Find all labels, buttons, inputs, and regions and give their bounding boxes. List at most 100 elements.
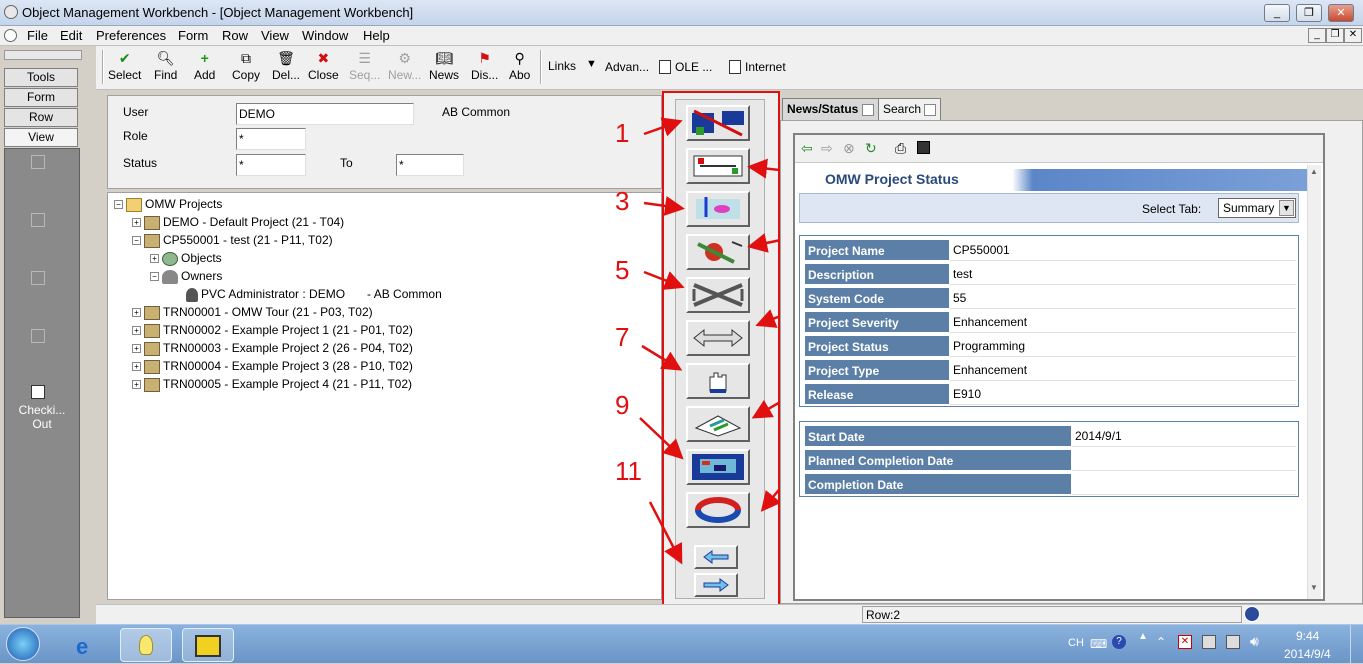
scroll-left-button[interactable] <box>694 545 738 569</box>
collapse-icon[interactable]: − <box>132 236 141 246</box>
transfer-button[interactable] <box>686 148 750 184</box>
row-button[interactable]: Row <box>4 108 78 127</box>
checkout-label[interactable]: Checki... Out <box>9 403 75 431</box>
expand-icon[interactable]: + <box>132 326 141 336</box>
menu-file[interactable]: File <box>27 28 48 43</box>
maximize-button[interactable]: ❐ <box>1296 4 1322 22</box>
cross-button[interactable] <box>686 277 750 313</box>
check-in-button[interactable] <box>686 363 750 399</box>
menu-window[interactable]: Window <box>302 28 348 43</box>
print-icon[interactable]: ⎙ <box>895 140 906 157</box>
forward-arrow-icon[interactable]: ⇨ <box>821 140 833 157</box>
tree-node[interactable]: − Owners <box>150 268 222 284</box>
tab-search[interactable]: Search <box>878 98 942 120</box>
display-tray-icon[interactable] <box>1226 635 1240 649</box>
move-button[interactable] <box>686 320 750 356</box>
tree-node[interactable]: + DEMO - Default Project (21 - T04) <box>132 214 344 230</box>
start-button[interactable] <box>6 627 40 661</box>
menu-row[interactable]: Row <box>222 28 248 43</box>
expand-icon[interactable]: + <box>132 344 141 354</box>
check-out-button[interactable] <box>686 406 750 442</box>
new-button[interactable]: ⚙ New... <box>388 50 421 82</box>
role-input[interactable]: * <box>236 128 306 150</box>
tray-arrow-icon[interactable]: ⌃ <box>1156 635 1166 649</box>
refresh-button[interactable] <box>686 492 750 528</box>
select-button[interactable]: ✔ Select <box>108 50 141 82</box>
tree-node[interactable]: PVC Administrator : DEMO - AB Common <box>186 286 442 302</box>
form-button[interactable]: Form <box>4 88 78 107</box>
menu-form[interactable]: Form <box>178 28 208 43</box>
internet-explorer-icon[interactable]: e <box>60 628 112 662</box>
mdi-close-button[interactable]: ✕ <box>1344 28 1362 43</box>
delete-button[interactable]: 🗑︎ Del... <box>272 50 300 82</box>
tree-node[interactable]: − CP550001 - test (21 - P11, T02) <box>132 232 333 248</box>
pane-grip[interactable] <box>4 50 82 60</box>
display-button[interactable]: ⚑ Dis... <box>471 50 498 82</box>
select-tab-dropdown[interactable]: Summary ▼ <box>1218 198 1296 218</box>
tree-node[interactable]: + Objects <box>150 250 222 266</box>
refresh-icon[interactable]: ↻ <box>865 140 877 157</box>
add-button[interactable]: + Add <box>194 50 215 82</box>
internet-link[interactable]: Internet <box>745 60 786 74</box>
tab-news-status[interactable]: News/Status <box>782 98 879 120</box>
view-button[interactable]: View <box>4 128 78 147</box>
omw-app-icon[interactable] <box>182 628 234 662</box>
menu-edit[interactable]: Edit <box>60 28 82 43</box>
sequence-button[interactable]: ☰ Seq... <box>349 50 380 82</box>
copy-button[interactable]: ⧉ Copy <box>232 50 260 82</box>
advanced-link[interactable]: Advan... <box>605 60 649 74</box>
design-button[interactable] <box>686 234 750 270</box>
volume-icon[interactable]: 🔊︎ <box>1250 633 1259 650</box>
scroll-right-button[interactable] <box>694 573 738 597</box>
mdi-minimize-button[interactable]: _ <box>1308 28 1326 43</box>
network-warning-icon[interactable]: ✕ <box>1178 635 1192 649</box>
tree-node[interactable]: + TRN00002 - Example Project 1 (21 - P01,… <box>132 322 413 338</box>
expand-icon[interactable]: + <box>132 362 141 372</box>
collapse-icon[interactable]: − <box>150 272 159 282</box>
expand-icon[interactable]: + <box>150 254 159 264</box>
find-button[interactable]: 🔍︎ Find <box>154 50 177 82</box>
language-indicator[interactable]: CH <box>1068 637 1084 649</box>
menu-help[interactable]: Help <box>363 28 390 43</box>
expand-icon[interactable]: + <box>132 380 141 390</box>
status-from-input[interactable]: * <box>236 154 306 176</box>
mdi-restore-button[interactable]: ❐ <box>1326 28 1344 43</box>
menu-view[interactable]: View <box>261 28 289 43</box>
collapse-icon[interactable]: − <box>114 200 123 210</box>
tree-node[interactable]: − OMW Projects <box>114 196 222 212</box>
user-input[interactable]: DEMO <box>236 103 414 125</box>
save-icon[interactable] <box>917 141 930 154</box>
expand-icon[interactable]: + <box>132 308 141 318</box>
usb-icon[interactable] <box>1202 635 1216 649</box>
clock-time[interactable]: 9:44 <box>1296 629 1319 643</box>
assign-object-button[interactable] <box>686 191 750 227</box>
tray-chevron-icon[interactable]: ▲ <box>1138 631 1148 642</box>
close-window-button[interactable]: ✕ <box>1328 4 1354 22</box>
ole-link[interactable]: OLE ... <box>675 60 712 74</box>
expand-icon[interactable]: + <box>132 218 141 228</box>
minimize-button[interactable]: _ <box>1264 4 1290 22</box>
tree-node[interactable]: + TRN00005 - Example Project 4 (21 - P11,… <box>132 376 412 392</box>
close-button[interactable]: ✖ Close <box>308 50 339 82</box>
tree-node[interactable]: + TRN00003 - Example Project 2 (26 - P04,… <box>132 340 413 356</box>
clock-date[interactable]: 2014/9/4 <box>1284 647 1331 661</box>
show-desktop-button[interactable] <box>1350 625 1363 664</box>
dropdown-arrow-icon[interactable]: ▼ <box>586 58 597 70</box>
tools-button[interactable]: Tools <box>4 68 78 87</box>
back-arrow-icon[interactable]: ⇦ <box>801 140 813 157</box>
advance-project-button[interactable] <box>686 105 750 141</box>
tree-node[interactable]: + TRN00001 - OMW Tour (21 - P03, T02) <box>132 304 373 320</box>
stop-icon[interactable]: ⊗ <box>843 140 855 157</box>
help-icon[interactable]: ? <box>1112 635 1126 649</box>
design-tools-button[interactable] <box>686 449 750 485</box>
keyboard-icon[interactable]: ⌨ <box>1090 637 1107 651</box>
checkout-icon[interactable] <box>31 385 45 399</box>
chevron-down-icon[interactable]: ▼ <box>1279 200 1294 216</box>
status-to-input[interactable]: * <box>396 154 464 176</box>
hint-bulb-icon[interactable] <box>120 628 172 662</box>
menu-preferences[interactable]: Preferences <box>96 28 166 43</box>
about-button[interactable]: ⚲ Abo <box>509 50 530 82</box>
tree-node[interactable]: + TRN00004 - Example Project 3 (28 - P10,… <box>132 358 413 374</box>
news-button[interactable]: 📖︎ News <box>429 50 459 82</box>
browser-scrollbar[interactable]: ▲ ▼ <box>1307 165 1321 599</box>
